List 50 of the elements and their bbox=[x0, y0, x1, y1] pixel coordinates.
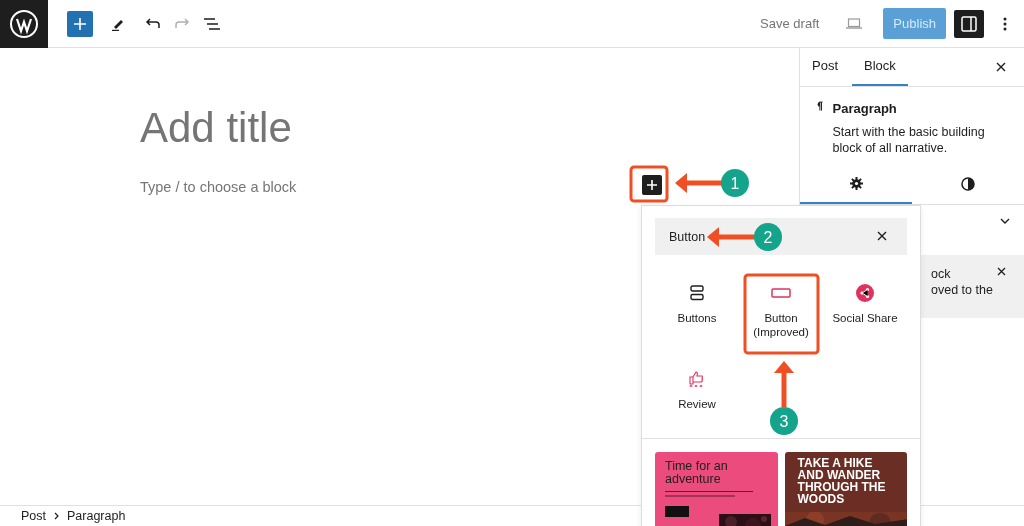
annotation-arrow bbox=[707, 227, 755, 247]
undo-icon bbox=[144, 18, 160, 29]
block-item[interactable]: Button (Improved) bbox=[739, 282, 823, 340]
save-draft-button[interactable]: Save draft bbox=[754, 9, 826, 38]
buttons-icon bbox=[690, 285, 704, 301]
pattern-heading: TAKE A HIKE AND WANDER THROUGH THE WOODS bbox=[797, 457, 887, 506]
annotation-arrow bbox=[774, 361, 794, 407]
breadcrumb-link[interactable]: Post bbox=[21, 506, 46, 526]
share-icon bbox=[856, 284, 874, 302]
plus-icon bbox=[647, 180, 657, 190]
settings-button[interactable] bbox=[954, 9, 984, 38]
pattern-preview[interactable]: Time for an adventure bbox=[655, 452, 778, 526]
close-icon[interactable] bbox=[997, 267, 1006, 276]
step-badge: 3 bbox=[770, 407, 798, 435]
sidebar-tab[interactable]: Block bbox=[852, 48, 908, 86]
redo-icon bbox=[174, 18, 190, 29]
block-description: Start with the basic building block of all narrative. bbox=[832, 123, 986, 156]
step-badge: 1 bbox=[721, 169, 749, 197]
button-icon bbox=[771, 288, 791, 298]
laptop-icon bbox=[846, 18, 863, 29]
pattern-heading: Time for an adventure bbox=[665, 460, 729, 487]
gear-icon bbox=[849, 177, 863, 190]
add-block-button[interactable] bbox=[642, 175, 662, 195]
annotation-arrow bbox=[675, 173, 722, 193]
notice-text: ock bbox=[931, 266, 951, 283]
block-item[interactable]: Buttons bbox=[655, 282, 739, 340]
breadcrumb-link[interactable]: Paragraph bbox=[67, 506, 126, 526]
block-placeholder[interactable]: Type / to choose a block bbox=[140, 177, 297, 199]
chevron-down-icon[interactable] bbox=[1000, 218, 1010, 224]
pattern-button bbox=[665, 506, 689, 518]
sidebar-tab[interactable]: Post bbox=[812, 48, 850, 86]
list-icon bbox=[204, 17, 220, 30]
contrast-icon bbox=[961, 176, 975, 191]
logo[interactable] bbox=[0, 0, 48, 48]
block-item[interactable]: Social Share bbox=[823, 282, 907, 340]
sidebar-icon bbox=[961, 15, 977, 32]
chevron-right-icon bbox=[54, 512, 59, 520]
highlight-box bbox=[629, 165, 669, 203]
block-item[interactable]: Review bbox=[655, 367, 739, 412]
more-icon bbox=[1003, 16, 1007, 31]
title-field[interactable]: Add title bbox=[140, 103, 292, 154]
block-title: Paragraph bbox=[832, 100, 898, 118]
add-block-button[interactable] bbox=[67, 10, 93, 37]
close-icon[interactable] bbox=[877, 231, 887, 241]
pattern-preview[interactable]: TAKE A HIKE AND WANDER THROUGH THE WOODS bbox=[784, 452, 907, 526]
notice-text: oved to the bbox=[931, 282, 993, 299]
close-icon bbox=[996, 62, 1006, 72]
step-badge: 2 bbox=[754, 223, 782, 251]
plus-icon bbox=[74, 17, 86, 30]
paragraph-icon bbox=[816, 99, 823, 113]
